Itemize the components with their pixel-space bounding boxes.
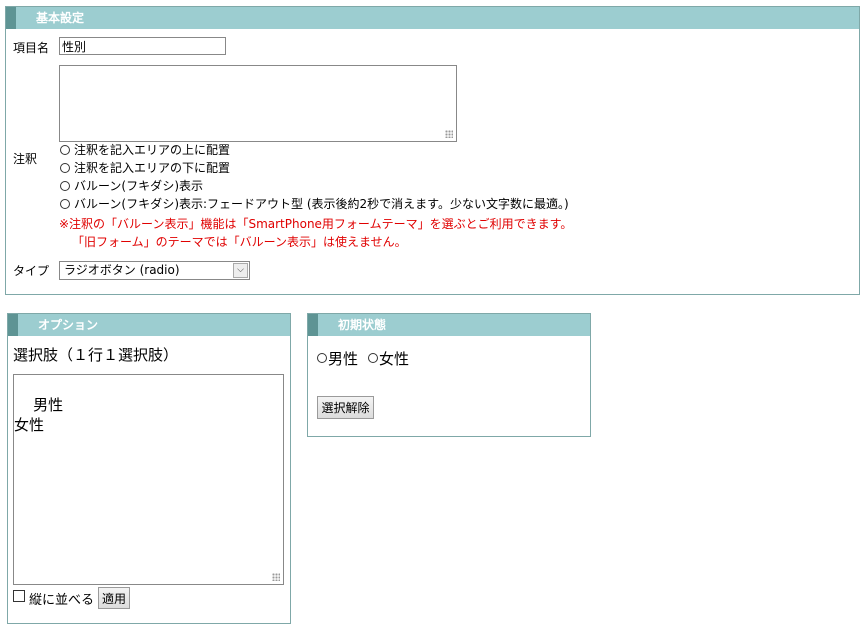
note-option-label: バルーン(フキダシ)表示:フェードアウト型 (表示後約2秒で消えます。少ない文字… <box>74 197 569 211</box>
initial-state-panel: 初期状態 男性 女性 選択解除 <box>307 313 591 437</box>
options-panel: オプション 選択肢（１行１選択肢） 男性 女性 縦に並べる 適用 <box>7 313 291 624</box>
item-name-label: 項目名 <box>13 41 50 55</box>
radio-icon[interactable] <box>60 162 70 173</box>
basic-settings-panel: 基本設定 項目名 注釈 注釈を記入エリアの上に配置 注釈を記入エリアの下に配置 … <box>5 6 860 295</box>
chevron-down-icon[interactable]: ⌵ <box>233 263 248 278</box>
vertical-checkbox[interactable] <box>13 590 25 602</box>
initial-radio-female[interactable]: 女性 <box>368 348 409 368</box>
note-option-label: バルーン(フキダシ)表示 <box>74 179 204 193</box>
choices-subtitle: 選択肢（１行１選択肢） <box>13 346 179 364</box>
note-option-below[interactable]: 注釈を記入エリアの下に配置 <box>60 159 230 176</box>
basic-settings-title: 基本設定 <box>36 11 85 25</box>
initial-radio-male[interactable]: 男性 <box>317 348 358 368</box>
resize-grip-icon[interactable] <box>445 130 453 138</box>
type-select-value: ラジオボタン (radio) <box>64 263 180 277</box>
vertical-label: 縦に並べる <box>29 593 95 608</box>
balloon-warning-1: ※注釈の「バルーン表示」機能は「SmartPhone用フォームテーマ」を選ぶとご… <box>59 217 573 231</box>
note-option-above[interactable]: 注釈を記入エリアの上に配置 <box>60 141 230 158</box>
choices-textarea-value: 男性 女性 <box>14 396 64 434</box>
options-header: オプション <box>8 314 290 336</box>
radio-icon[interactable] <box>60 144 70 155</box>
initial-state-title: 初期状態 <box>338 318 387 332</box>
choices-textarea[interactable]: 男性 女性 <box>13 374 284 585</box>
note-option-label: 注釈を記入エリアの下に配置 <box>74 161 231 175</box>
radio-icon[interactable] <box>60 180 70 191</box>
basic-settings-header: 基本設定 <box>6 7 859 29</box>
item-name-input[interactable] <box>59 37 226 55</box>
initial-state-header: 初期状態 <box>308 314 590 336</box>
radio-icon[interactable] <box>368 353 378 363</box>
clear-selection-button[interactable]: 選択解除 <box>317 396 374 419</box>
resize-grip-icon[interactable] <box>272 573 280 581</box>
initial-radio-label: 男性 <box>328 349 359 368</box>
note-option-balloon[interactable]: バルーン(フキダシ)表示 <box>60 177 203 194</box>
note-textarea[interactable] <box>59 65 457 142</box>
balloon-warning-2: 「旧フォーム」のテーマでは「バルーン表示」は使えません。 <box>72 235 407 249</box>
initial-radio-label: 女性 <box>379 349 410 368</box>
radio-icon[interactable] <box>60 198 70 209</box>
note-option-balloon-fadeout[interactable]: バルーン(フキダシ)表示:フェードアウト型 (表示後約2秒で消えます。少ない文字… <box>60 195 569 212</box>
note-option-label: 注釈を記入エリアの上に配置 <box>74 143 231 157</box>
apply-button[interactable]: 適用 <box>98 587 130 609</box>
options-title: オプション <box>38 318 99 332</box>
note-label: 注釈 <box>13 152 38 166</box>
type-label: タイプ <box>13 264 50 278</box>
type-select[interactable]: ラジオボタン (radio) ⌵ <box>59 261 250 280</box>
radio-icon[interactable] <box>317 353 327 363</box>
